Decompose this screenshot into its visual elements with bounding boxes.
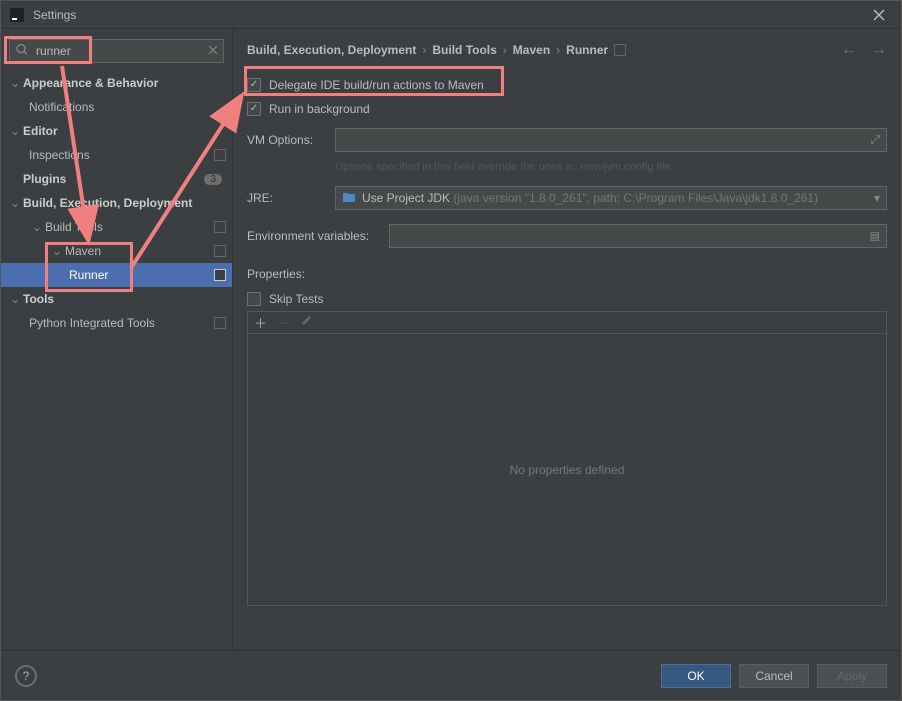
tree-build-deployment[interactable]: ⌄ Build, Execution, Deployment [1,191,232,215]
intellij-icon [9,7,25,23]
delegate-label: Delegate IDE build/run actions to Maven [269,78,484,92]
tree-build-tools[interactable]: ⌄ Build Tools [1,215,232,239]
tree-appearance-behavior[interactable]: ⌄ Appearance & Behavior [1,71,232,95]
jre-label: JRE: [247,191,325,205]
chevron-down-icon: ⌄ [49,244,65,258]
list-icon[interactable]: ▤ [870,230,880,243]
remove-button[interactable]: － [277,313,290,332]
chevron-down-icon: ⌄ [29,220,45,234]
chevron-down-icon: ⌄ [7,124,23,138]
properties-empty-text: No properties defined [248,334,886,605]
chevron-right-icon: › [422,43,426,57]
search-row [1,39,232,71]
chevron-right-icon: › [503,43,507,57]
clear-search-icon[interactable] [208,44,218,58]
delegate-checkbox-row[interactable]: Delegate IDE build/run actions to Maven [247,73,887,97]
vm-options-label: VM Options: [247,133,325,147]
breadcrumb-item[interactable]: Maven [513,43,550,57]
apply-button[interactable]: Apply [817,664,887,688]
run-bg-label: Run in background [269,102,370,116]
breadcrumb-item[interactable]: Runner [566,43,608,57]
skip-tests-row[interactable]: Skip Tests [247,287,887,311]
profile-scope-icon [214,149,226,161]
help-button[interactable]: ? [15,665,37,687]
breadcrumb-item[interactable]: Build Tools [432,43,496,57]
vm-options-hint: Options specified in this field override… [335,159,887,179]
dialog-footer: ? OK Cancel Apply [1,650,901,700]
chevron-down-icon: ⌄ [7,292,23,306]
jre-dropdown[interactable]: Use Project JDK (java version "1.8.0_261… [335,186,887,210]
folder-icon [342,191,356,206]
env-vars-field[interactable]: ▤ [389,224,887,248]
tree-python-integrated-tools[interactable]: Python Integrated Tools [1,311,232,335]
tree-runner[interactable]: Runner [1,263,232,287]
close-icon [873,9,885,21]
vm-options-field[interactable]: ⤢ [335,128,887,152]
tree-tools[interactable]: ⌄ Tools [1,287,232,311]
tree-maven[interactable]: ⌄ Maven [1,239,232,263]
properties-table: ＋ － No properties defined [247,311,887,606]
tree-plugins[interactable]: Plugins 3 [1,167,232,191]
cancel-button[interactable]: Cancel [739,664,809,688]
edit-button[interactable] [300,315,312,330]
expand-icon[interactable]: ⤢ [870,133,880,148]
close-button[interactable] [865,1,893,29]
chevron-down-icon: ⌄ [7,196,23,210]
skip-tests-label: Skip Tests [269,292,323,306]
tree-notifications[interactable]: Notifications [1,95,232,119]
settings-sidebar: ⌄ Appearance & Behavior Notifications ⌄ … [1,29,233,650]
profile-scope-icon [214,269,226,281]
profile-scope-icon [214,317,226,329]
settings-main: Build, Execution, Deployment › Build Too… [233,29,901,650]
tree-inspections[interactable]: Inspections [1,143,232,167]
breadcrumb: Build, Execution, Deployment › Build Too… [233,29,901,67]
pencil-icon [300,315,312,327]
settings-window: Settings ⌄ Appe [0,0,902,701]
chevron-down-icon: ⌄ [7,76,23,90]
delegate-checkbox[interactable] [247,78,261,92]
titlebar-title: Settings [33,8,865,22]
search-input[interactable] [9,39,224,63]
run-bg-checkbox-row[interactable]: Run in background [247,97,887,121]
plugins-update-badge: 3 [204,174,222,185]
properties-header: Properties: [247,255,887,287]
tree-editor[interactable]: ⌄ Editor [1,119,232,143]
titlebar: Settings [1,1,901,29]
add-button[interactable]: ＋ [254,313,267,332]
skip-tests-checkbox[interactable] [247,292,261,306]
nav-back-icon[interactable]: ← [841,41,857,59]
breadcrumb-item[interactable]: Build, Execution, Deployment [247,43,416,57]
nav-forward-icon[interactable]: → [871,41,887,59]
run-bg-checkbox[interactable] [247,102,261,116]
env-vars-label: Environment variables: [247,229,379,243]
settings-tree: ⌄ Appearance & Behavior Notifications ⌄ … [1,71,232,640]
chevron-down-icon: ▾ [874,191,880,205]
profile-scope-icon [214,245,226,257]
profile-scope-icon [614,44,626,56]
ok-button[interactable]: OK [661,664,731,688]
profile-scope-icon [214,221,226,233]
chevron-right-icon: › [556,43,560,57]
